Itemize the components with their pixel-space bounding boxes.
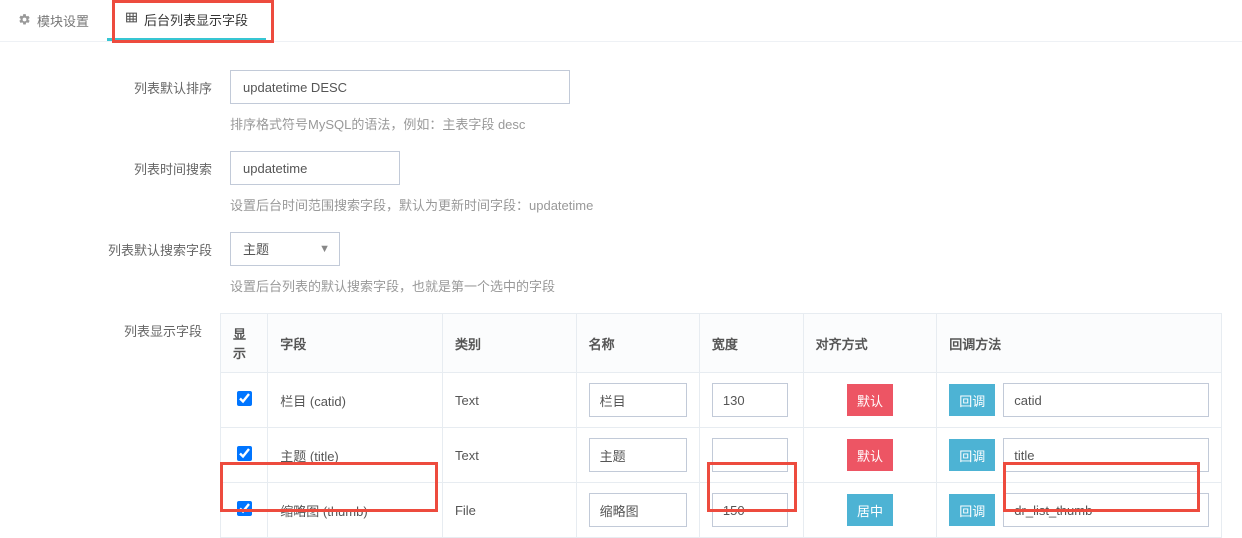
input-name[interactable] bbox=[589, 383, 687, 417]
th-type: 类别 bbox=[442, 314, 576, 373]
th-name: 名称 bbox=[576, 314, 699, 373]
label-default-search: 列表默认搜索字段 bbox=[20, 232, 230, 259]
help-time-search: 设置后台时间范围搜索字段，默认为更新时间字段：updatetime bbox=[230, 195, 1222, 214]
row-time-search: 列表时间搜索 设置后台时间范围搜索字段，默认为更新时间字段：updatetime bbox=[20, 151, 1222, 214]
row-default-sort: 列表默认排序 排序格式符号MySQL的语法，例如：主表字段 desc bbox=[20, 70, 1222, 133]
th-callback: 回调方法 bbox=[937, 314, 1222, 373]
th-show: 显示 bbox=[221, 314, 268, 373]
gear-icon bbox=[18, 13, 31, 29]
cell-type: Text bbox=[442, 373, 576, 428]
align-button[interactable]: 居中 bbox=[847, 494, 893, 526]
input-callback[interactable] bbox=[1003, 438, 1209, 472]
input-callback[interactable] bbox=[1003, 383, 1209, 417]
help-default-sort: 排序格式符号MySQL的语法，例如：主表字段 desc bbox=[230, 114, 1222, 133]
table-row: 栏目 (catid)Text 默认 回调 bbox=[221, 373, 1222, 428]
th-align: 对齐方式 bbox=[803, 314, 937, 373]
cell-field: 缩略图 (thumb) bbox=[268, 483, 443, 538]
align-button[interactable]: 默认 bbox=[847, 439, 893, 471]
row-default-search: 列表默认搜索字段 主题 ▼ 设置后台列表的默认搜索字段，也就是第一个选中的字段 bbox=[20, 232, 1222, 295]
tab-label: 后台列表显示字段 bbox=[144, 10, 248, 29]
help-default-search: 设置后台列表的默认搜索字段，也就是第一个选中的字段 bbox=[230, 276, 1222, 295]
label-display-fields: 列表显示字段 bbox=[20, 313, 220, 340]
checkbox-show[interactable] bbox=[237, 501, 252, 516]
th-field: 字段 bbox=[268, 314, 443, 373]
fields-table: 显示 字段 类别 名称 宽度 对齐方式 回调方法 栏目 (catid)Text 默… bbox=[220, 313, 1222, 538]
row-display-fields: 列表显示字段 显示 字段 类别 名称 宽度 对齐方式 回调方法 bbox=[20, 313, 1222, 538]
cell-type: Text bbox=[442, 428, 576, 483]
tab-list-fields[interactable]: 后台列表显示字段 bbox=[107, 0, 266, 41]
callback-button[interactable]: 回调 bbox=[949, 494, 995, 526]
select-default-search[interactable]: 主题 bbox=[230, 232, 340, 266]
cell-field: 栏目 (catid) bbox=[268, 373, 443, 428]
align-button[interactable]: 默认 bbox=[847, 384, 893, 416]
tabs: 模块设置 后台列表显示字段 bbox=[0, 0, 1242, 42]
label-time-search: 列表时间搜索 bbox=[20, 151, 230, 178]
th-width: 宽度 bbox=[699, 314, 803, 373]
input-default-sort[interactable] bbox=[230, 70, 570, 104]
input-width[interactable] bbox=[712, 383, 788, 417]
table-row: 缩略图 (thumb)File 居中 回调 bbox=[221, 483, 1222, 538]
cell-field: 主题 (title) bbox=[268, 428, 443, 483]
callback-button[interactable]: 回调 bbox=[949, 384, 995, 416]
cell-type: File bbox=[442, 483, 576, 538]
table-icon bbox=[125, 11, 138, 27]
input-time-search[interactable] bbox=[230, 151, 400, 185]
input-callback[interactable] bbox=[1003, 493, 1209, 527]
tab-module-settings[interactable]: 模块设置 bbox=[0, 0, 107, 41]
callback-button[interactable]: 回调 bbox=[949, 439, 995, 471]
input-width[interactable] bbox=[712, 438, 788, 472]
checkbox-show[interactable] bbox=[237, 391, 252, 406]
input-name[interactable] bbox=[589, 493, 687, 527]
tab-label: 模块设置 bbox=[37, 11, 89, 30]
table-row: 主题 (title)Text 默认 回调 bbox=[221, 428, 1222, 483]
input-name[interactable] bbox=[589, 438, 687, 472]
checkbox-show[interactable] bbox=[237, 446, 252, 461]
label-default-sort: 列表默认排序 bbox=[20, 70, 230, 97]
input-width[interactable] bbox=[712, 493, 788, 527]
